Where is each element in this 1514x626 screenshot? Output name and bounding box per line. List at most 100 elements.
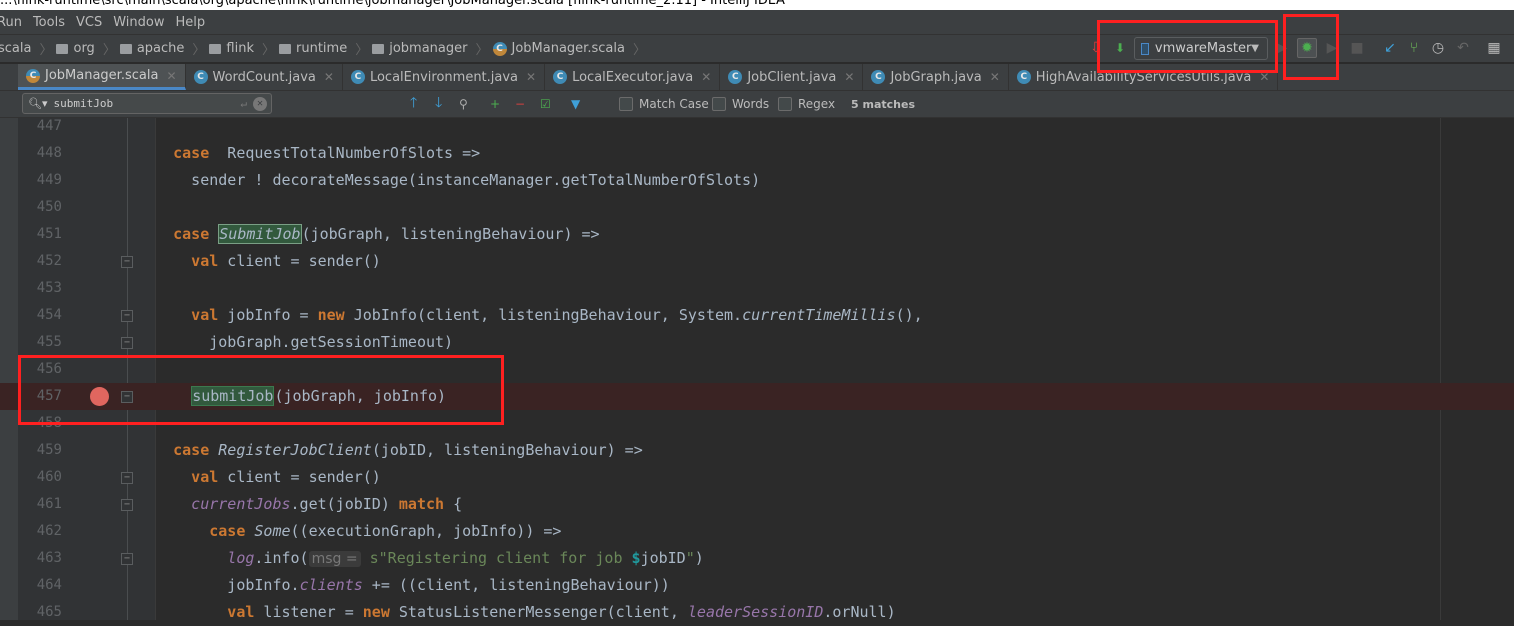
code-line[interactable]: 452 − val client = sender(): [0, 248, 1514, 275]
vcs-update-icon[interactable]: ↙: [1380, 38, 1400, 58]
close-icon[interactable]: ✕: [324, 70, 334, 84]
fold-marker-icon[interactable]: −: [121, 256, 133, 268]
breadcrumb-apache[interactable]: apache: [119, 41, 185, 56]
fold-marker-icon[interactable]: −: [121, 499, 133, 511]
breadcrumb-flink[interactable]: flink: [209, 41, 254, 56]
match-case-checkbox[interactable]: Match Case: [619, 97, 709, 111]
code-token: jobInfo.: [137, 576, 300, 594]
breadcrumb-jobmanager[interactable]: jobmanager: [372, 41, 467, 56]
fold-marker-icon[interactable]: −: [121, 337, 133, 349]
code-token: match: [398, 495, 445, 513]
code-token: leaderSessionID: [687, 603, 824, 621]
menu-run[interactable]: Run: [0, 15, 22, 30]
line-number[interactable]: 463: [18, 545, 62, 572]
code-token: case: [137, 225, 219, 243]
line-number[interactable]: 451: [18, 221, 62, 248]
code-line[interactable]: 448 case RequestTotalNumberOfSlots =>: [0, 140, 1514, 167]
close-icon[interactable]: ✕: [844, 70, 854, 84]
close-icon[interactable]: ✕: [701, 70, 711, 84]
breadcrumb-runtime[interactable]: runtime: [279, 41, 347, 56]
code-token: sender ! decorateMessage(instanceManager…: [137, 171, 761, 189]
tab-jobmanager-scala[interactable]: C JobManager.scala ✕: [18, 64, 186, 90]
code-line[interactable]: 455 − jobGraph.getSessionTimeout): [0, 329, 1514, 356]
code-line[interactable]: 464 jobInfo.clients += ((client, listeni…: [0, 572, 1514, 599]
line-number[interactable]: 460: [18, 464, 62, 491]
menu-vcs[interactable]: VCS: [76, 15, 102, 30]
tab-localenvironment-java[interactable]: C LocalEnvironment.java ✕: [343, 64, 546, 90]
tab-label: WordCount.java: [212, 69, 316, 85]
stop-icon[interactable]: ■: [1347, 38, 1367, 58]
breadcrumb-scala[interactable]: scala: [0, 41, 31, 56]
remove-occurrence-icon[interactable]: −: [515, 97, 525, 111]
project-structure-icon[interactable]: ▦: [1484, 38, 1504, 58]
menu-help[interactable]: Help: [175, 15, 205, 30]
code-token: JobInfo(client, listeningBehaviour, Syst…: [344, 306, 743, 324]
vcs-commit-icon[interactable]: ⑂: [1404, 38, 1424, 58]
close-icon[interactable]: ✕: [526, 70, 536, 84]
code-line[interactable]: 450: [0, 194, 1514, 221]
code-line[interactable]: 462 case Some((executionGraph, jobInfo))…: [0, 518, 1514, 545]
code-line[interactable]: 460 − val client = sender(): [0, 464, 1514, 491]
line-number[interactable]: 454: [18, 302, 62, 329]
menu-window[interactable]: Window: [113, 15, 164, 30]
tab-label: LocalExecutor.java: [572, 69, 694, 85]
close-icon[interactable]: ✕: [166, 69, 176, 83]
find-all-icon[interactable]: ⚲: [459, 97, 468, 111]
select-all-occurrences-icon[interactable]: ☑: [540, 97, 551, 111]
code-line[interactable]: 465 val listener = new StatusListenerMes…: [0, 599, 1514, 626]
tab-jobgraph-java[interactable]: C JobGraph.java ✕: [863, 64, 1009, 90]
code-token: clients: [299, 576, 363, 594]
code-token: case: [137, 522, 255, 540]
code-line[interactable]: 453: [0, 275, 1514, 302]
annotation-box-breakpoint: [18, 355, 504, 425]
line-number[interactable]: 450: [18, 194, 62, 221]
folder-icon: [372, 43, 385, 54]
code-line[interactable]: 461 − currentJobs.get(jobID) match {: [0, 491, 1514, 518]
title-bar: ...\flink-runtime\src\main\scala\org\apa…: [0, 0, 1514, 10]
tab-wordcount-java[interactable]: C WordCount.java ✕: [186, 64, 343, 90]
words-checkbox[interactable]: Words: [712, 97, 769, 111]
tab-label: JobClient.java: [747, 69, 837, 85]
tab-localexecutor-java[interactable]: C LocalExecutor.java ✕: [545, 64, 721, 90]
code-line[interactable]: 463 − log.info(msg = s"Registering client…: [0, 545, 1514, 572]
menu-tools[interactable]: Tools: [33, 15, 65, 30]
close-icon[interactable]: ✕: [990, 70, 1000, 84]
breadcrumb-org[interactable]: org: [56, 41, 95, 56]
scala-class-icon: C: [26, 68, 40, 83]
line-number[interactable]: 453: [18, 275, 62, 302]
line-number[interactable]: 449: [18, 167, 62, 194]
line-number[interactable]: 455: [18, 329, 62, 356]
code-token: jobInfo =: [218, 306, 318, 324]
code-line[interactable]: 454 − val jobInfo = new JobInfo(client, l…: [0, 302, 1514, 329]
line-number[interactable]: 447: [18, 113, 62, 140]
code-line[interactable]: 447: [0, 113, 1514, 140]
tab-jobclient-java[interactable]: C JobClient.java ✕: [720, 64, 864, 90]
code-line[interactable]: 459 case RegisterJobClient(jobID, listen…: [0, 437, 1514, 464]
fold-marker-icon[interactable]: −: [121, 553, 133, 565]
line-number[interactable]: 464: [18, 572, 62, 599]
breadcrumb-file[interactable]: C JobManager.scala: [492, 41, 625, 56]
fold-marker-icon[interactable]: −: [121, 472, 133, 484]
filter-icon[interactable]: ▼: [571, 97, 580, 111]
vcs-history-icon[interactable]: ◷: [1428, 38, 1448, 58]
code-line[interactable]: 451 case SubmitJob(jobGraph, listeningBe…: [0, 221, 1514, 248]
search-input[interactable]: 🔍︎▾ submitJob ↵ ✕: [22, 93, 272, 114]
line-number[interactable]: 448: [18, 140, 62, 167]
clear-search-icon[interactable]: ✕: [253, 96, 267, 111]
code-line[interactable]: 449 sender ! decorateMessage(instanceMan…: [0, 167, 1514, 194]
code-token: .orNull): [823, 603, 896, 621]
fold-marker-icon[interactable]: −: [121, 310, 133, 322]
window-title: ...\flink-runtime\src\main\scala\org\apa…: [0, 0, 785, 8]
line-number[interactable]: 459: [18, 437, 62, 464]
code-text: case RegisterJobClient(jobID, listeningB…: [137, 437, 643, 464]
line-number[interactable]: 462: [18, 518, 62, 545]
tab-label: JobGraph.java: [890, 69, 982, 85]
line-number[interactable]: 465: [18, 599, 62, 626]
line-number[interactable]: 452: [18, 248, 62, 275]
line-number[interactable]: 461: [18, 491, 62, 518]
breadcrumb-label: apache: [136, 41, 185, 56]
code-token: ((executionGraph, jobInfo)) =>: [290, 522, 562, 540]
revert-icon[interactable]: ↶: [1453, 38, 1473, 58]
regex-checkbox[interactable]: Regex: [778, 97, 835, 111]
add-occurrence-icon[interactable]: +: [490, 97, 500, 111]
